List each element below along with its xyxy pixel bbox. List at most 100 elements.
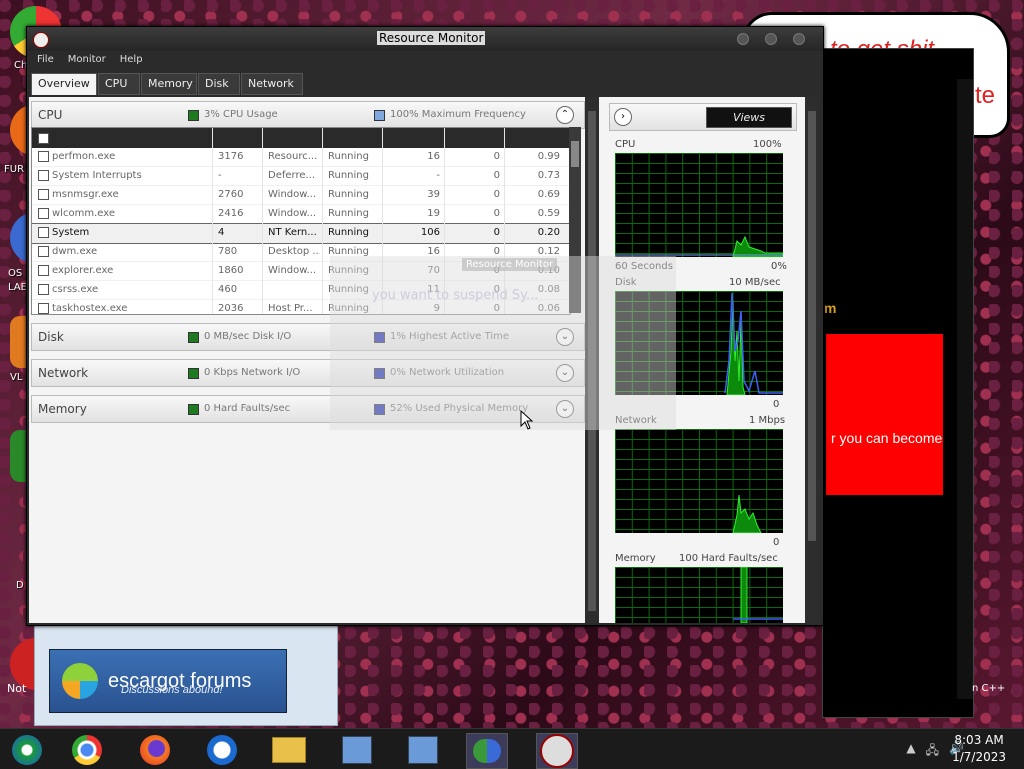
tab-memory[interactable]: Memory [141,73,197,95]
process-checkbox[interactable] [38,303,49,314]
show-hidden-icons-icon[interactable]: ▲ [906,741,915,762]
disk-io-swatch [188,332,199,343]
process-row[interactable]: wlcomm.exe 2416 Window... Running 19 0 0.59 [32,205,570,224]
process-status-cell: Running [328,189,369,200]
disk-graph-min: 0 [773,399,780,410]
title-bar[interactable]: Resource Monitor [27,27,823,51]
process-checkbox[interactable] [38,227,49,238]
minimize-icon[interactable] [737,33,749,45]
tab-cpu[interactable]: CPU [98,73,140,95]
cpu-collapse-icon[interactable]: ⌃ [556,106,574,124]
select-all-checkbox[interactable] [38,133,49,144]
resource-monitor-app-icon[interactable] [33,32,49,48]
process-name-cell: explorer.exe [52,265,114,276]
cpu-graph-title: CPU [615,139,636,150]
process-desc-cell: Window... [268,265,317,276]
process-checkbox[interactable] [38,265,49,276]
background-window-scrollbar[interactable] [957,79,973,699]
network-io-swatch [188,368,199,379]
cpu-graph [615,153,783,257]
process-avg-cell: 0.69 [537,189,560,200]
graph-pane-scrollbar[interactable] [805,97,819,623]
cpu-frequency-swatch [374,110,385,121]
process-table-header[interactable] [32,128,570,148]
views-button[interactable]: Views [706,107,792,128]
menu-monitor[interactable]: Monitor [68,54,106,65]
memory-graph-title: Memory [615,553,656,564]
hard-faults-bar [740,567,748,623]
disk-section-title: Disk [38,330,64,344]
firefox-icon [140,735,170,765]
graph-pane-scroll-thumb[interactable] [808,111,816,541]
maximize-icon[interactable] [765,33,777,45]
process-pid-cell: 780 [218,246,238,257]
memory-graph-max: 100 Hard Faults/sec [679,553,778,564]
process-row[interactable]: System 4 NT Kern... Running 106 0 0.20 [32,223,570,244]
tab-network[interactable]: Network [241,73,303,95]
cpu-section-header[interactable]: CPU 3% CPU Usage 100% Maximum Frequency … [31,101,585,129]
network-section-title: Network [38,366,89,380]
taskbar-file-explorer[interactable] [269,733,309,767]
msn-icon [207,735,237,765]
process-name-cell: perfmon.exe [52,151,116,162]
process-checkbox[interactable] [38,284,49,295]
escargot-forums-banner[interactable]: escargot forums [49,649,287,713]
process-threads-cell: 39 [427,189,440,200]
collapse-graphs-icon[interactable]: › [614,108,632,126]
process-status-cell: Running [328,151,369,162]
process-checkbox[interactable] [38,246,49,257]
taskbar-firefox[interactable] [135,733,175,767]
process-pid-cell: 3176 [218,151,244,162]
hard-faults-text: 0 Hard Faults/sec [204,403,291,414]
menu-file[interactable]: File [37,54,54,65]
chrome-icon [72,735,102,765]
taskbar-network-app-2[interactable] [403,733,443,767]
network-tray-icon[interactable]: 🖧 [926,741,939,762]
process-threads-cell: 16 [427,151,440,162]
cpu-usage-text: 3% CPU Usage [204,109,278,120]
process-row[interactable]: msnmsgr.exe 2760 Window... Running 39 0 0.69 [32,186,570,205]
process-threads-cell: 106 [420,227,440,238]
process-checkbox[interactable] [38,151,49,162]
col-divider [322,128,323,314]
process-threads-cell: - [436,170,440,181]
yellow-text: m [824,300,837,316]
close-icon[interactable] [793,33,805,45]
cpu-frequency-text: 100% Maximum Frequency [390,109,526,120]
cpu-usage-swatch [188,110,199,121]
process-checkbox[interactable] [38,208,49,219]
taskbar-network-app-1[interactable] [337,733,377,767]
network-computer-icon [342,736,372,764]
process-avg-cell: 0.59 [537,208,560,219]
taskbar-windows-media-center[interactable] [7,733,47,767]
process-row[interactable]: System Interrupts - Deferre... Running - 0 0.7… [32,167,570,186]
forum-subtitle: Discussions abound! [121,684,223,696]
process-status-cell: Running [328,208,369,219]
taskbar-clock[interactable]: 8:03 AM 1/7/2023 [952,732,1006,766]
desktop-label-cpp: n C++ [972,683,1006,694]
process-checkbox[interactable] [38,170,49,181]
network-graph-min: 0 [773,537,780,548]
desktop-label-d: D [16,580,24,591]
taskbar-msn[interactable] [202,733,242,767]
fading-dialog-overlay [330,256,676,430]
process-name-cell: wlcomm.exe [52,208,115,219]
process-status-cell: Running [328,170,369,181]
menu-help[interactable]: Help [120,54,143,65]
taskbar-chrome[interactable] [67,733,107,767]
process-checkbox[interactable] [38,189,49,200]
network-graph [615,429,783,533]
tab-disk[interactable]: Disk [198,73,240,95]
process-pid-cell: 1860 [218,265,244,276]
tab-overview[interactable]: Overview [31,73,97,95]
taskbar-resource-monitor[interactable] [536,733,578,769]
process-table-scroll-thumb[interactable] [571,141,579,167]
process-cpu-cell: 0 [493,170,500,181]
col-divider [262,128,263,314]
memory-section-title: Memory [38,402,87,416]
taskbar-windows-live-messenger[interactable] [466,733,508,769]
graph-pane-toolbar: › Views [609,103,797,131]
process-row[interactable]: perfmon.exe 3176 Resourc... Running 16 0 0.99 [32,148,570,167]
process-cpu-cell: 0 [493,151,500,162]
process-name-cell: msnmsgr.exe [52,189,119,200]
